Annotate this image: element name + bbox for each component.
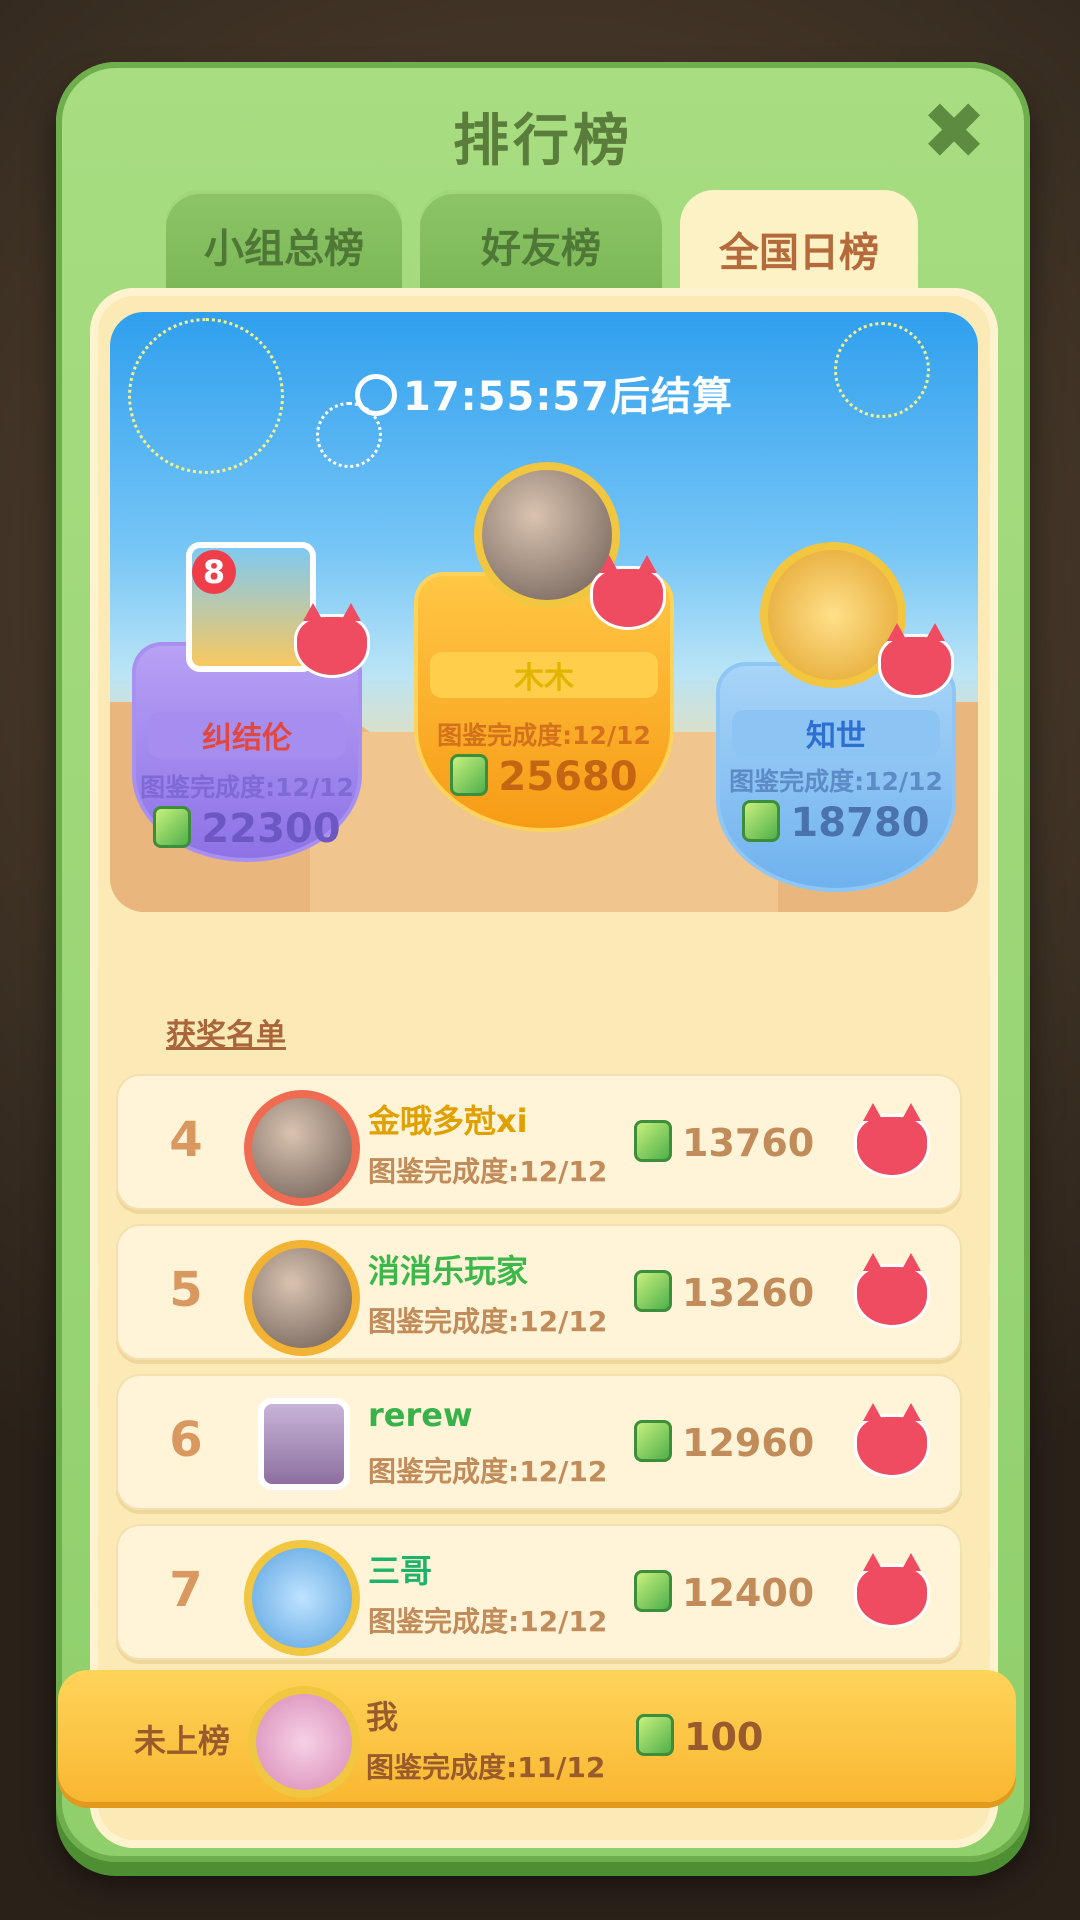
avatar (244, 1540, 360, 1656)
collection-progress: 图鉴完成度:12/12 (437, 721, 651, 750)
avatar (248, 1686, 360, 1798)
fox-mascot-icon (854, 1253, 930, 1328)
close-button[interactable]: ✖ (914, 92, 994, 172)
collection-progress: 图鉴完成度:12/12 (368, 1305, 608, 1338)
fox-mascot-icon (854, 1103, 930, 1178)
player-name: 消消乐玩家 (368, 1252, 529, 1290)
fox-mascot-icon (294, 603, 370, 678)
settlement-timer: 17:55:57后结算 (110, 364, 978, 422)
my-rank-bar[interactable]: 未上榜 我 图鉴完成度:11/12 100 (58, 1670, 1016, 1802)
gem-icon (742, 800, 781, 842)
podium-first[interactable]: 木木 图鉴完成度:12/12 25680 (414, 462, 674, 832)
player-score: 25680 (414, 754, 674, 800)
collection-progress: 图鉴完成度:12/12 (368, 1455, 608, 1488)
collection-progress: 图鉴完成度:11/12 (366, 1751, 606, 1784)
player-name: rerew (368, 1396, 473, 1434)
close-icon: ✖ (921, 87, 987, 177)
collection-progress: 图鉴完成度:12/12 (368, 1155, 608, 1188)
player-score: 18780 (716, 800, 956, 846)
podium-stage: 17:55:57后结算 8 纠结伦 图鉴完成度:12/12 22300 木木 图… (110, 312, 978, 912)
clock-icon (355, 374, 397, 416)
content-area: 17:55:57后结算 8 纠结伦 图鉴完成度:12/12 22300 木木 图… (90, 288, 998, 1848)
gem-icon (634, 1420, 672, 1462)
avatar (244, 1090, 360, 1206)
fox-mascot-icon (590, 555, 666, 630)
tab-group-total[interactable]: 小组总榜 (166, 190, 402, 300)
fox-mascot-icon (854, 1553, 930, 1628)
podium-third[interactable]: 知世 图鉴完成度:12/12 18780 (716, 542, 956, 892)
rank-number: 4 (169, 1112, 203, 1168)
winners-list-title: 获奖名单 (166, 1018, 286, 1053)
leaderboard-panel: 排行榜 ✖ 小组总榜 好友榜 全国日榜 17:55:57后结算 8 纠结伦 图鉴… (56, 62, 1030, 1862)
fox-mascot-icon (854, 1403, 930, 1478)
collection-progress: 图鉴完成度:12/12 (729, 767, 943, 796)
player-name: 我 (366, 1698, 399, 1736)
rank-status: 未上榜 (134, 1722, 231, 1760)
player-score: 22300 (132, 806, 362, 852)
gem-icon (636, 1714, 674, 1756)
gem-icon (153, 806, 192, 848)
player-score: 13760 (634, 1120, 814, 1165)
gem-icon (634, 1570, 672, 1612)
player-score: 12400 (634, 1570, 814, 1615)
rank-number: 7 (169, 1562, 203, 1618)
list-item[interactable]: 7 三哥 图鉴完成度:12/12 12400 (116, 1524, 962, 1660)
gem-icon (634, 1120, 672, 1162)
player-score: 100 (636, 1714, 763, 1759)
collection-progress: 图鉴完成度:12/12 (140, 773, 354, 802)
player-name: 木木 (430, 652, 658, 698)
level-badge: 8 (192, 550, 236, 594)
rank-number: 6 (169, 1412, 203, 1468)
player-name: 三哥 (368, 1552, 433, 1590)
ranking-list[interactable]: 4 金哦多尅xi 图鉴完成度:12/12 13760 5 消消乐玩家 图鉴完成度… (116, 1074, 962, 1686)
player-score: 12960 (634, 1420, 814, 1465)
list-item[interactable]: 4 金哦多尅xi 图鉴完成度:12/12 13760 (116, 1074, 962, 1210)
player-score: 13260 (634, 1270, 814, 1315)
fox-mascot-icon (878, 623, 954, 698)
avatar (244, 1240, 360, 1356)
rank-number: 5 (169, 1262, 203, 1318)
avatar (258, 1398, 350, 1490)
player-name: 金哦多尅xi (368, 1102, 528, 1140)
list-item[interactable]: 6 rerew 图鉴完成度:12/12 12960 (116, 1374, 962, 1510)
collection-progress: 图鉴完成度:12/12 (368, 1605, 608, 1638)
player-name: 纠结伦 (148, 712, 346, 758)
podium-second[interactable]: 8 纠结伦 图鉴完成度:12/12 22300 (132, 542, 370, 862)
timer-text: 17:55:57后结算 (403, 374, 733, 420)
panel-title: 排行榜 (453, 109, 633, 174)
gem-icon (634, 1270, 672, 1312)
gem-icon (450, 754, 489, 796)
tab-friends[interactable]: 好友榜 (420, 190, 662, 300)
list-item[interactable]: 5 消消乐玩家 图鉴完成度:12/12 13260 (116, 1224, 962, 1360)
player-name: 知世 (732, 710, 940, 756)
